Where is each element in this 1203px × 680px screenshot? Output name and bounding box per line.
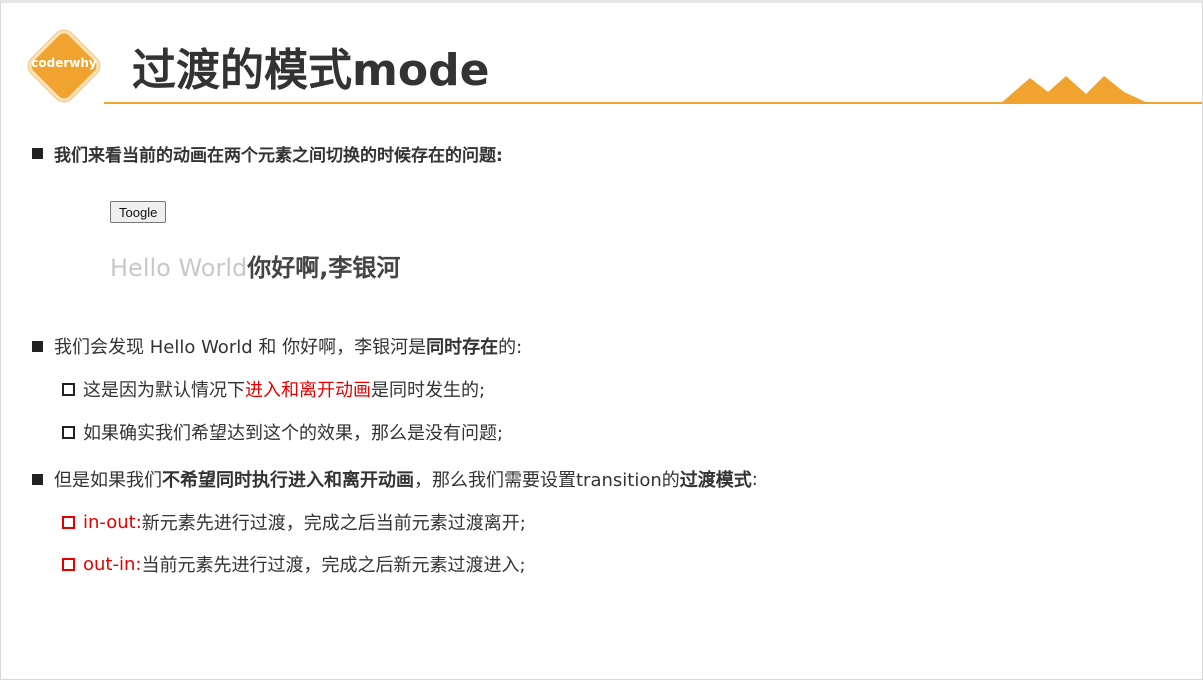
mountain-decoration-icon (1000, 76, 1150, 104)
sub-bullet-3-1: in-out: 新元素先进行过渡，完成之后当前元素过渡离开; (62, 509, 526, 535)
mode-desc: 新元素先进行过渡，完成之后当前元素过渡离开; (141, 513, 526, 534)
bullet-item-2: 我们会发现 Hello World 和 你好啊，李银河是 同时存在 的: (32, 333, 522, 359)
bullet-text: 我们来看当前的动画在两个元素之间切换的时候存在的问题: (54, 146, 503, 166)
hollow-square-bullet-icon (62, 425, 75, 439)
square-bullet-icon (32, 148, 43, 159)
bullet-text-bold-2: 过渡模式 (679, 470, 752, 491)
bullet-item-1: 我们来看当前的动画在两个元素之间切换的时候存在的问题: (32, 141, 503, 166)
sub-text-pre: 这是因为默认情况下 (83, 380, 245, 401)
bullet-text-pre: 但是如果我们 (54, 470, 162, 491)
bullet-text-bold-1: 不希望同时执行进入和离开动画 (162, 470, 414, 491)
sub-text: 如果确实我们希望达到这个的效果，那么是没有问题; (83, 423, 504, 444)
red-hollow-square-bullet-icon (62, 515, 75, 529)
red-hollow-square-bullet-icon (62, 557, 75, 571)
sub-text-post: 是同时发生的; (371, 380, 486, 401)
bullet-item-3: 但是如果我们 不希望同时执行进入和离开动画 ，那么我们需要设置transition的… (32, 466, 758, 492)
logo-text: coderwhy (31, 56, 97, 70)
sub-bullet-2-1: 这是因为默认情况下 进入和离开动画 是同时发生的; (62, 376, 485, 402)
bullet-text-post: 的: (498, 337, 523, 358)
demo-transition-text: Hello World你好啊,李银河 (110, 248, 400, 283)
bullet-text-mid: ，那么我们需要设置transition的 (414, 470, 680, 491)
entering-text: 你好啊,李银河 (247, 254, 401, 282)
page-title: 过渡的模式mode (132, 45, 490, 96)
mode-desc: 当前元素先进行过渡，完成之后新元素过渡进入; (141, 555, 526, 576)
sub-bullet-3-2: out-in: 当前元素先进行过渡，完成之后新元素过渡进入; (62, 551, 526, 577)
square-bullet-icon (32, 473, 43, 485)
hollow-square-bullet-icon (62, 382, 75, 396)
bullet-text-post: : (751, 468, 758, 490)
fading-text: Hello World (110, 254, 248, 282)
bullet-text-bold: 同时存在 (426, 337, 499, 358)
logo: coderwhy (24, 26, 104, 106)
sub-bullet-2-2: 如果确实我们希望达到这个的效果，那么是没有问题; (62, 419, 503, 445)
toggle-button[interactable]: Toogle (110, 201, 167, 223)
mode-key-out-in: out-in: (83, 553, 142, 575)
mode-key-in-out: in-out: (83, 511, 142, 533)
sub-text-highlight: 进入和离开动画 (245, 380, 371, 401)
square-bullet-icon (32, 340, 43, 352)
bullet-text-pre: 我们会发现 Hello World 和 你好啊，李银河是 (54, 337, 427, 358)
